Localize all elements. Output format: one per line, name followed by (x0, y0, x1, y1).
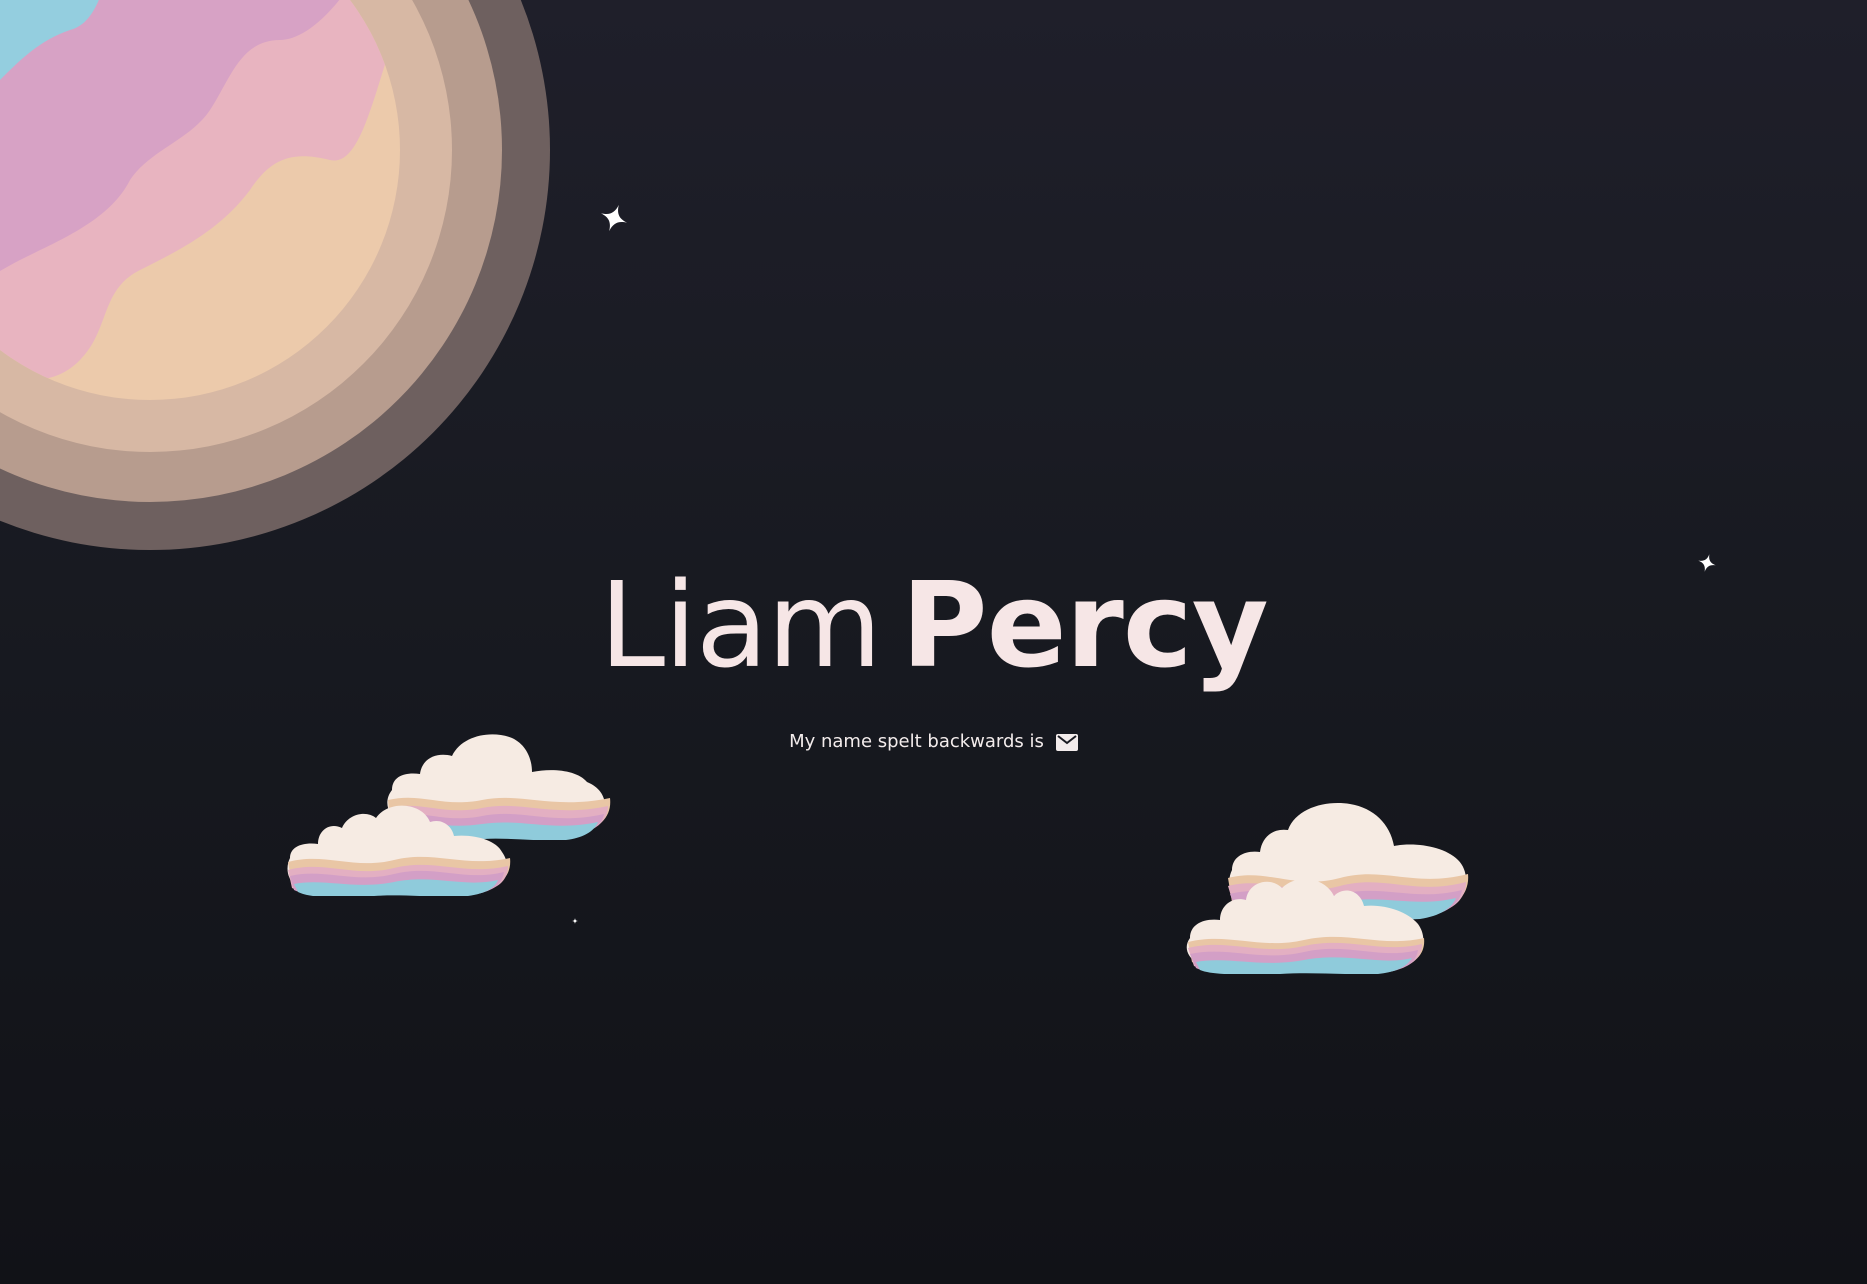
hero-section: Liam Percy My name spelt backwards is (0, 560, 1867, 754)
sparkle-star-icon (600, 204, 628, 232)
contact-line: My name spelt backwards is (0, 730, 1867, 754)
sparkle-star-icon (572, 918, 578, 924)
first-name: Liam (599, 556, 882, 694)
cloud-illustration (1186, 878, 1425, 974)
envelope-icon[interactable] (1055, 733, 1078, 751)
contact-text: My name spelt backwards is (789, 731, 1044, 752)
last-name: Percy (901, 556, 1269, 694)
page-title: Liam Percy (0, 560, 1867, 690)
cloud-illustration (287, 805, 511, 896)
planet-illustration (0, 0, 550, 550)
